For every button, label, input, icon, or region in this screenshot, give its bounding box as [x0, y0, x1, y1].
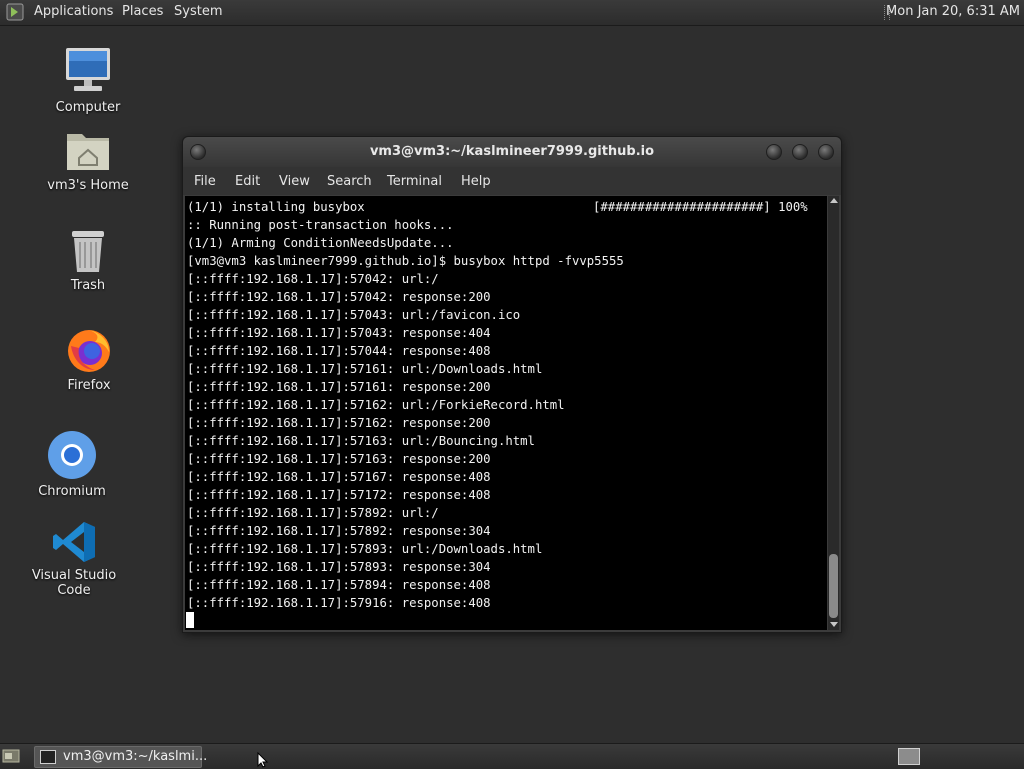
menu-edit[interactable]: Edit — [235, 174, 260, 189]
desktop-icon-label: Trash — [70, 278, 106, 293]
terminal-line: [::ffff:192.168.1.17]:57167: response:40… — [187, 470, 491, 484]
menu-view[interactable]: View — [279, 174, 310, 189]
terminal-icon — [40, 750, 56, 764]
bottom-panel: vm3@vm3:~/kaslmi... — [0, 743, 1024, 769]
terminal-line: [::ffff:192.168.1.17]:57043: response:40… — [187, 326, 491, 340]
terminal-line: (1/1) Arming ConditionNeedsUpdate... — [187, 236, 454, 250]
terminal-line: (1/1) installing busybox — [187, 200, 365, 214]
terminal-line: [::ffff:192.168.1.17]:57161: response:20… — [187, 380, 491, 394]
desktop-icon-label: Visual Studio Code — [31, 568, 117, 598]
terminal-line: :: Running post-transaction hooks... — [187, 218, 454, 232]
terminal-line: [vm3@vm3 kaslmineer7999.github.io]$ busy… — [187, 254, 624, 268]
terminal-window[interactable]: vm3@vm3:~/kaslmineer7999.github.io File … — [182, 136, 842, 633]
terminal-line: [::ffff:192.168.1.17]:57892: response:30… — [187, 524, 491, 538]
desktop-icon-vscode[interactable]: Visual Studio Code — [14, 520, 134, 598]
system-menu[interactable]: System — [174, 4, 222, 19]
terminal-lines: (1/1) installing busybox:: Running post-… — [187, 198, 624, 612]
desktop-icon-label: vm3's Home — [47, 178, 129, 193]
desktop-icon-chromium[interactable]: Chromium — [12, 430, 132, 499]
terminal-menubar: File Edit View Search Terminal Help — [183, 167, 841, 195]
places-menu[interactable]: Places — [122, 4, 163, 19]
mouse-pointer-icon — [257, 752, 269, 768]
desktop-icon-computer[interactable]: Computer — [28, 46, 148, 115]
top-panel: Applications Places System Mon Jan 20, 6… — [0, 0, 1024, 26]
terminal-line: [::ffff:192.168.1.17]:57043: url:/favico… — [187, 308, 521, 322]
terminal-line: [::ffff:192.168.1.17]:57916: response:40… — [187, 596, 491, 610]
terminal-line: [::ffff:192.168.1.17]:57042: response:20… — [187, 290, 491, 304]
terminal-line: [::ffff:192.168.1.17]:57162: response:20… — [187, 416, 491, 430]
clock[interactable]: Mon Jan 20, 6:31 AM — [886, 4, 1020, 19]
workspace-switcher[interactable] — [898, 748, 920, 765]
terminal-line: [::ffff:192.168.1.17]:57892: url:/ — [187, 506, 439, 520]
menu-file[interactable]: File — [194, 174, 216, 189]
terminal-line: [::ffff:192.168.1.17]:57893: url:/Downlo… — [187, 542, 543, 556]
scroll-down-arrow-icon[interactable] — [830, 622, 838, 627]
terminal-line: [::ffff:192.168.1.17]:57894: response:40… — [187, 578, 491, 592]
vscode-icon — [53, 522, 95, 562]
scrollbar-thumb[interactable] — [829, 554, 838, 618]
terminal-line: [::ffff:192.168.1.17]:57044: response:40… — [187, 344, 491, 358]
taskbar-button-label: vm3@vm3:~/kaslmi... — [63, 749, 208, 764]
terminal-line: [::ffff:192.168.1.17]:57161: url:/Downlo… — [187, 362, 543, 376]
terminal-line: [::ffff:192.168.1.17]:57162: url:/Forkie… — [187, 398, 565, 412]
terminal-line: [::ffff:192.168.1.17]:57042: url:/ — [187, 272, 439, 286]
terminal-scrollbar[interactable] — [828, 196, 839, 630]
install-progress: [######################] 100% — [593, 200, 808, 214]
menu-terminal[interactable]: Terminal — [387, 174, 442, 189]
maximize-button[interactable] — [792, 144, 808, 160]
scroll-up-arrow-icon[interactable] — [830, 198, 838, 203]
menu-search[interactable]: Search — [327, 174, 372, 189]
text-cursor — [186, 612, 194, 628]
main-menu-icon[interactable] — [6, 3, 24, 21]
home-folder-icon — [67, 134, 109, 170]
terminal-line: [::ffff:192.168.1.17]:57893: response:30… — [187, 560, 491, 574]
terminal-output[interactable]: (1/1) installing busybox:: Running post-… — [185, 196, 827, 630]
minimize-button[interactable] — [766, 144, 782, 160]
desktop-icon-label: Firefox — [67, 378, 111, 393]
applications-menu[interactable]: Applications — [34, 4, 113, 19]
firefox-icon — [68, 330, 110, 372]
computer-icon — [66, 48, 110, 91]
desktop-icon-firefox[interactable]: Firefox — [29, 326, 149, 393]
window-title: vm3@vm3:~/kaslmineer7999.github.io — [369, 144, 655, 159]
desktop-icon-label: Computer — [55, 100, 121, 115]
trash-icon — [72, 231, 104, 272]
menu-help[interactable]: Help — [461, 174, 491, 189]
desktop-icon-trash[interactable]: Trash — [28, 228, 148, 293]
show-desktop-icon[interactable] — [2, 748, 20, 764]
close-button[interactable] — [818, 144, 834, 160]
terminal-line: [::ffff:192.168.1.17]:57163: response:20… — [187, 452, 491, 466]
terminal-line: [::ffff:192.168.1.17]:57163: url:/Bounci… — [187, 434, 535, 448]
window-titlebar[interactable]: vm3@vm3:~/kaslmineer7999.github.io — [183, 137, 841, 167]
desktop-icon-home[interactable]: vm3's Home — [28, 128, 148, 193]
terminal-line: [::ffff:192.168.1.17]:57172: response:40… — [187, 488, 491, 502]
desktop-icon-label: Chromium — [38, 484, 106, 499]
chromium-icon — [48, 431, 96, 479]
taskbar-button-terminal[interactable]: vm3@vm3:~/kaslmi... — [34, 746, 207, 768]
